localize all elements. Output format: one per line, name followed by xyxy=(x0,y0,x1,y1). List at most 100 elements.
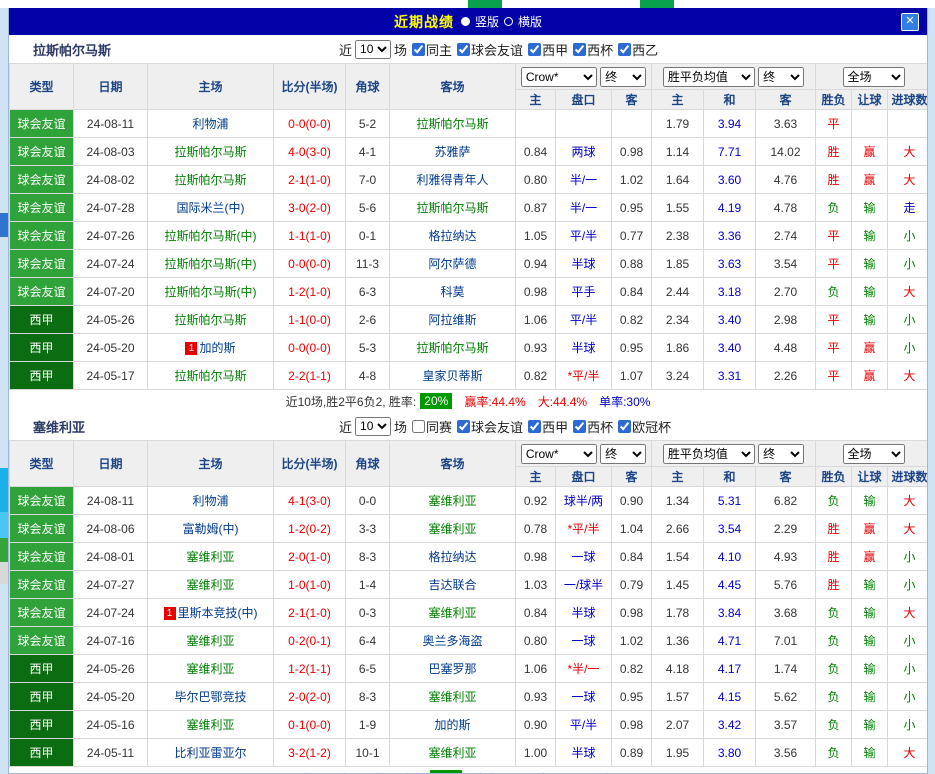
odds-company-select[interactable]: Crow* xyxy=(521,444,597,464)
games-label: 场 xyxy=(394,40,407,59)
close-icon[interactable]: ✕ xyxy=(901,13,919,31)
radio-label[interactable]: 竖版 xyxy=(475,13,499,30)
europe-odds-select[interactable]: 胜平负均值 xyxy=(663,444,755,464)
league-filter[interactable]: 西甲 xyxy=(528,40,568,59)
league-filter[interactable]: 西甲 xyxy=(528,417,568,436)
league-filter-checkbox[interactable] xyxy=(412,43,425,56)
match-date: 24-08-01 xyxy=(74,543,148,571)
match-row: 西甲24-05-17拉斯帕尔马斯2-2(1-1)4-8皇家贝蒂斯0.82*平/半… xyxy=(10,362,929,390)
eu-away-odds: 4.78 xyxy=(756,194,816,222)
league-filter-checkbox[interactable] xyxy=(618,43,631,56)
match-row: 球会友谊24-08-11利物浦0-0(0-0)5-2拉斯帕尔马斯1.793.94… xyxy=(10,110,929,138)
home-team: 拉斯帕尔马斯(中) xyxy=(148,222,274,250)
away-team: 塞维利亚 xyxy=(390,739,516,767)
result-handicap: 输 xyxy=(852,599,888,627)
match-count-select[interactable]: 10 xyxy=(355,417,391,436)
col-header-corner: 角球 xyxy=(346,64,390,110)
match-score: 1-0(1-0) xyxy=(274,571,346,599)
league-filter[interactable]: 球会友谊 xyxy=(457,417,523,436)
result-goals: 大 xyxy=(888,362,928,390)
result-goals: 大 xyxy=(888,487,928,515)
eu-away-odds: 3.57 xyxy=(756,711,816,739)
match-type: 西甲 xyxy=(10,362,74,390)
background-fragment xyxy=(0,562,8,584)
europe-time-select[interactable]: 终 xyxy=(758,444,804,464)
league-filter-checkbox[interactable] xyxy=(528,43,541,56)
ah-away-odds: 0.88 xyxy=(612,250,652,278)
result-goals: 大 xyxy=(888,166,928,194)
section-las-palmas: 拉斯帕尔马斯 近 10 场 同主球会友谊西甲西杯西乙 类型 日期 主场 比分(半… xyxy=(9,35,927,412)
league-filter[interactable]: 西杯 xyxy=(573,40,613,59)
away-team: 巴塞罗那 xyxy=(390,655,516,683)
match-score: 0-1(0-0) xyxy=(274,711,346,739)
match-type: 球会友谊 xyxy=(10,571,74,599)
background-button-fragment xyxy=(468,0,502,8)
radio-icon[interactable] xyxy=(504,17,513,26)
scope-select[interactable]: 全场 xyxy=(843,67,905,87)
match-row: 西甲24-05-20毕尔巴鄂竞技2-0(2-0)8-3塞维利亚0.93一球0.9… xyxy=(10,683,929,711)
odds-company-select[interactable]: Crow* xyxy=(521,67,597,87)
match-score: 3-0(2-0) xyxy=(274,194,346,222)
match-count-select[interactable]: 10 xyxy=(355,40,391,59)
odds-time-select[interactable]: 终 xyxy=(600,67,646,87)
result-handicap: 赢 xyxy=(852,334,888,362)
col-header-eu-draw: 和 xyxy=(704,90,756,110)
eu-home-odds: 1.79 xyxy=(652,110,704,138)
eu-draw-odds: 4.15 xyxy=(704,683,756,711)
europe-odds-select[interactable]: 胜平负均值 xyxy=(663,67,755,87)
league-filter-checkbox[interactable] xyxy=(457,420,470,433)
ah-home-odds: 0.78 xyxy=(516,515,556,543)
col-header-corner: 角球 xyxy=(346,441,390,487)
result-goals: 小 xyxy=(888,543,928,571)
ah-home-odds xyxy=(516,110,556,138)
league-filter[interactable]: 西杯 xyxy=(573,417,613,436)
eu-draw-odds: 4.71 xyxy=(704,627,756,655)
league-filter[interactable]: 同主 xyxy=(412,40,452,59)
result-goals: 小 xyxy=(888,627,928,655)
eu-away-odds: 5.76 xyxy=(756,571,816,599)
result-wdl: 负 xyxy=(816,194,852,222)
match-date: 24-05-20 xyxy=(74,683,148,711)
home-team: 拉斯帕尔马斯 xyxy=(148,362,274,390)
eu-home-odds: 1.55 xyxy=(652,194,704,222)
corner-score: 2-6 xyxy=(346,306,390,334)
result-goals: 小 xyxy=(888,250,928,278)
eu-draw-odds: 3.40 xyxy=(704,306,756,334)
match-date: 24-08-11 xyxy=(74,487,148,515)
odds-time-select[interactable]: 终 xyxy=(600,444,646,464)
league-filter[interactable]: 同赛 xyxy=(412,417,452,436)
league-filter-checkbox[interactable] xyxy=(528,420,541,433)
cover-rate: 赢率:44.4% xyxy=(464,393,525,410)
league-filter[interactable]: 西乙 xyxy=(618,40,658,59)
league-filter[interactable]: 球会友谊 xyxy=(457,40,523,59)
single-rate: 单率:70% xyxy=(589,770,640,774)
ah-away-odds: 0.90 xyxy=(612,487,652,515)
ah-home-odds: 1.03 xyxy=(516,571,556,599)
rank-badge: 1 xyxy=(185,342,197,355)
league-filter[interactable]: 欧冠杯 xyxy=(618,417,671,436)
ah-line: 半球 xyxy=(556,250,612,278)
summary-text: 近10场,胜2平6负2, 胜率: xyxy=(286,393,417,410)
eu-draw-odds: 4.45 xyxy=(704,571,756,599)
col-header-date: 日期 xyxy=(74,441,148,487)
result-wdl: 胜 xyxy=(816,571,852,599)
scope-select[interactable]: 全场 xyxy=(843,444,905,464)
europe-time-select[interactable]: 终 xyxy=(758,67,804,87)
eu-home-odds: 1.64 xyxy=(652,166,704,194)
result-handicap: 输 xyxy=(852,711,888,739)
eu-home-odds: 2.44 xyxy=(652,278,704,306)
radio-icon[interactable] xyxy=(461,17,470,26)
league-filter-checkbox[interactable] xyxy=(457,43,470,56)
eu-home-odds: 2.34 xyxy=(652,306,704,334)
league-filter-checkbox[interactable] xyxy=(412,420,425,433)
result-wdl: 胜 xyxy=(816,166,852,194)
col-header-ah-home: 主 xyxy=(516,467,556,487)
match-type: 球会友谊 xyxy=(10,250,74,278)
result-handicap: 输 xyxy=(852,739,888,767)
league-filter-checkbox[interactable] xyxy=(573,420,586,433)
matches-tbody: 球会友谊24-08-11利物浦4-1(3-0)0-0塞维利亚0.92球半/两0.… xyxy=(10,487,929,767)
league-filter-checkbox[interactable] xyxy=(618,420,631,433)
radio-label[interactable]: 横版 xyxy=(518,13,542,30)
league-filter-checkbox[interactable] xyxy=(573,43,586,56)
match-score: 0-0(0-0) xyxy=(274,334,346,362)
